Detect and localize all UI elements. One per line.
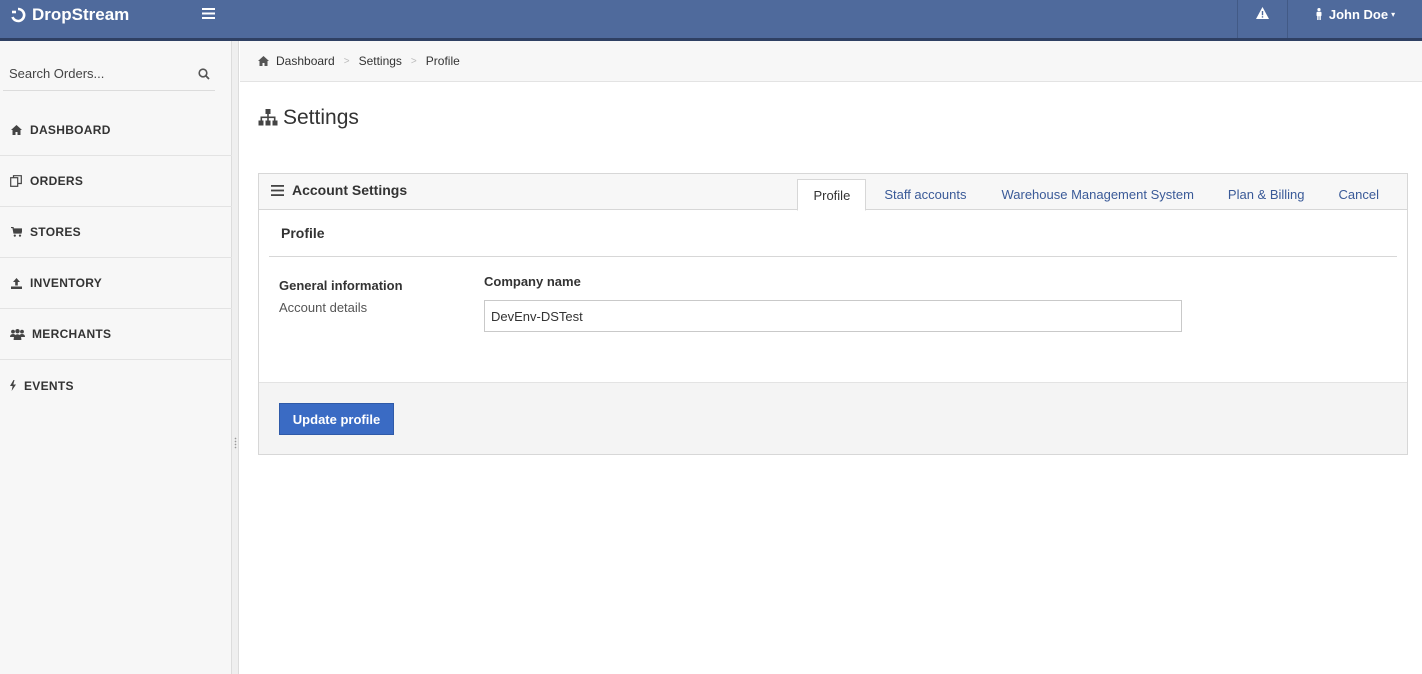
sidebar-item-label: EVENTS: [24, 378, 74, 393]
panel-title: Account Settings: [271, 182, 407, 198]
bars-icon: [271, 184, 284, 196]
bolt-icon: [8, 380, 18, 391]
user-menu-button[interactable]: John Doe ▾: [1287, 0, 1422, 38]
warning-icon: [1256, 6, 1269, 22]
section-heading: Profile: [269, 210, 1397, 257]
tab-cancel[interactable]: Cancel: [1322, 179, 1407, 210]
caret-down-icon: ▾: [1391, 9, 1396, 19]
company-name-input[interactable]: [484, 300, 1182, 332]
sidebar-item-inventory[interactable]: INVENTORY: [0, 258, 232, 309]
breadcrumb-separator-icon: >: [410, 55, 417, 67]
breadcrumb-current: Profile: [425, 54, 460, 68]
top-navbar: DropStream John Doe ▾: [0, 0, 1422, 41]
brand-logo[interactable]: DropStream: [10, 4, 129, 26]
general-info-block: General information Account details: [279, 278, 403, 315]
dropstream-logo-icon: [10, 6, 28, 24]
breadcrumb: Dashboard > Settings > Profile: [240, 41, 1422, 82]
navbar-right: John Doe ▾: [1237, 0, 1422, 38]
alerts-button[interactable]: [1237, 0, 1287, 38]
tab-staff-accounts[interactable]: Staff accounts: [866, 179, 984, 210]
tab-warehouse-management-system[interactable]: Warehouse Management System: [984, 179, 1210, 210]
sidebar-item-label: STORES: [30, 225, 81, 239]
company-name-label: Company name: [484, 274, 581, 289]
sidebar-item-label: ORDERS: [30, 174, 84, 188]
page-title: Settings: [258, 104, 359, 132]
sidebar-item-label: INVENTORY: [30, 276, 103, 290]
account-settings-panel: Account Settings Profile Staff accounts …: [258, 173, 1408, 455]
page-title-text: Settings: [283, 106, 359, 129]
cart-icon: [8, 227, 24, 237]
home-icon: [8, 125, 24, 135]
upload-icon: [8, 277, 24, 289]
sidebar-item-stores[interactable]: STORES: [0, 207, 232, 258]
brand-name: DropStream: [32, 5, 130, 24]
sidebar-item-events[interactable]: EVENTS: [0, 360, 232, 411]
tab-profile[interactable]: Profile: [797, 179, 867, 211]
breadcrumb-separator-icon: >: [343, 55, 350, 67]
sitemap-icon: [258, 109, 278, 127]
user-name: John Doe: [1328, 6, 1389, 22]
panel-header: Account Settings Profile Staff accounts …: [259, 174, 1407, 211]
search-orders-input[interactable]: [3, 58, 183, 88]
sidebar-item-label: DASHBOARD: [30, 123, 111, 137]
menu-toggle-button[interactable]: [200, 5, 216, 23]
grip-icon: [234, 437, 237, 449]
sidebar-search: [3, 56, 215, 91]
sidebar-item-dashboard[interactable]: DASHBOARD: [0, 105, 232, 156]
sidebar-item-orders[interactable]: ORDERS: [0, 156, 232, 207]
panel-title-text: Account Settings: [292, 182, 408, 198]
sidebar: DASHBOARD ORDERS STORES INVENTORY MERCHA…: [0, 41, 232, 674]
update-profile-button[interactable]: Update profile: [279, 403, 394, 435]
search-icon[interactable]: [198, 68, 210, 80]
general-info-subtitle: Account details: [279, 300, 368, 315]
settings-tabs: Profile Staff accounts Warehouse Managem…: [797, 179, 1407, 211]
tab-plan-billing[interactable]: Plan & Billing: [1211, 179, 1322, 210]
breadcrumb-dashboard-link[interactable]: Dashboard: [276, 54, 335, 68]
sidebar-item-merchants[interactable]: MERCHANTS: [0, 309, 232, 360]
sidebar-resize-handle[interactable]: [232, 41, 239, 674]
sidebar-item-label: MERCHANTS: [32, 327, 112, 341]
panel-footer: Update profile: [259, 382, 1407, 454]
hamburger-icon: [201, 7, 215, 22]
general-info-title: General information: [279, 278, 403, 293]
user-icon: [1315, 8, 1323, 20]
breadcrumb-settings-link[interactable]: Settings: [359, 54, 402, 68]
copy-icon: [8, 175, 24, 187]
home-icon: [258, 56, 269, 66]
users-icon: [8, 328, 26, 340]
sidebar-menu: DASHBOARD ORDERS STORES INVENTORY MERCHA…: [0, 105, 232, 411]
